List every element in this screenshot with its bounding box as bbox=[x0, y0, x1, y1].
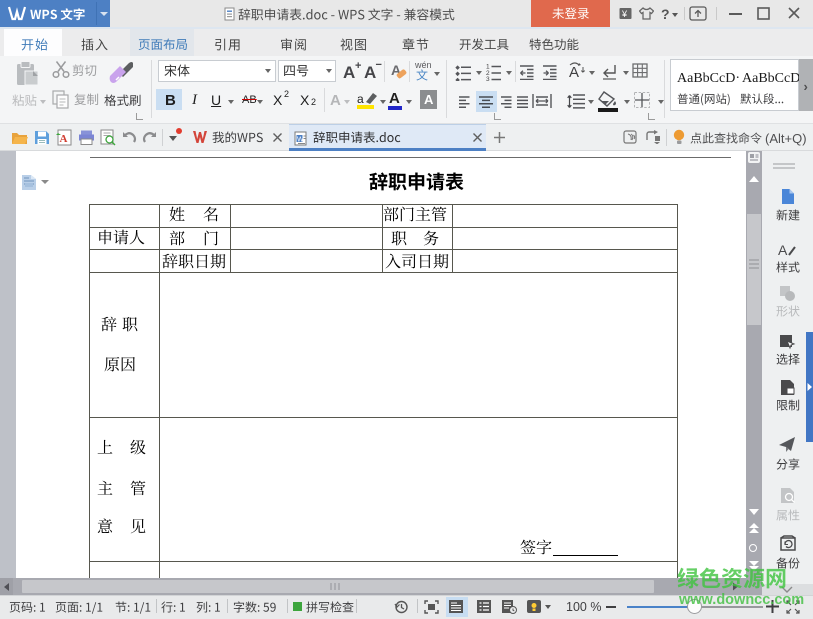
svg-text:a: a bbox=[357, 92, 364, 106]
svg-text:¥: ¥ bbox=[621, 9, 628, 19]
svg-text:A: A bbox=[778, 242, 788, 258]
svg-text:3: 3 bbox=[486, 76, 490, 81]
svg-text:W: W bbox=[297, 137, 304, 144]
svg-text:A: A bbox=[569, 64, 579, 81]
